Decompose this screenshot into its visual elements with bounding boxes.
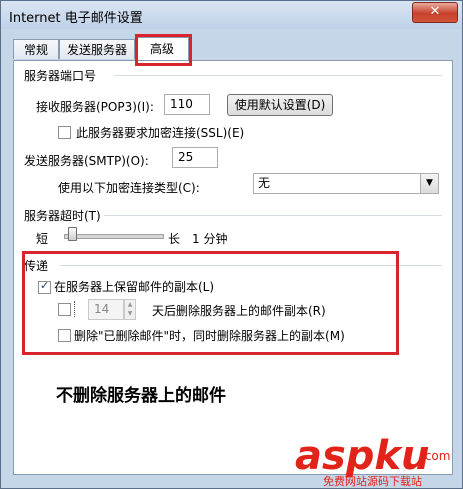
timeout-section-title: 服务器超时(T) (24, 209, 101, 223)
use-defaults-button[interactable]: 使用默认设置(D) (227, 94, 333, 116)
ports-section-title: 服务器端口号 (24, 69, 97, 83)
tab-outgoing-server[interactable]: 发送服务器 (59, 39, 135, 59)
outgoing-server-label: 发送服务器(SMTP)(O): (24, 154, 149, 168)
incoming-port-input[interactable]: 110 (164, 94, 210, 115)
email-settings-dialog: Internet 电子邮件设置 ✕ 常规 发送服务器 高级 服务器端口号 接收服… (0, 0, 463, 489)
incoming-server-label: 接收服务器(POP3)(I): (36, 100, 154, 114)
timeout-divider (104, 215, 442, 216)
timeout-slider-thumb[interactable] (68, 227, 77, 241)
ssl-checkbox[interactable] (58, 126, 71, 139)
title-bar[interactable]: Internet 电子邮件设置 ✕ (1, 1, 462, 29)
watermark-subtitle: 免费网站源码下载站 (323, 475, 422, 488)
ports-divider (114, 75, 442, 76)
watermark-domain: .com (421, 449, 451, 463)
encryption-type-value: 无 (258, 176, 271, 190)
timeout-slider-track[interactable] (64, 234, 164, 239)
outgoing-port-input[interactable]: 25 (172, 147, 218, 168)
close-button[interactable]: ✕ (412, 2, 458, 23)
timeout-short-label: 短 (36, 232, 49, 246)
ssl-label: 此服务器要求加密连接(SSL)(E) (76, 126, 245, 140)
encryption-type-select[interactable]: 无 ▼ (253, 173, 439, 194)
window-title: Internet 电子邮件设置 (9, 11, 143, 26)
timeout-long-label: 长 (168, 232, 181, 246)
tab-general[interactable]: 常规 (13, 39, 59, 59)
delivery-highlight (22, 251, 399, 355)
chevron-down-icon[interactable]: ▼ (420, 174, 438, 193)
advanced-tab-highlight (135, 34, 192, 66)
timeout-value: 1 分钟 (192, 232, 228, 246)
encryption-type-label: 使用以下加密连接类型(C): (58, 181, 200, 195)
annotation-caption: 不删除服务器上的邮件 (56, 386, 226, 406)
